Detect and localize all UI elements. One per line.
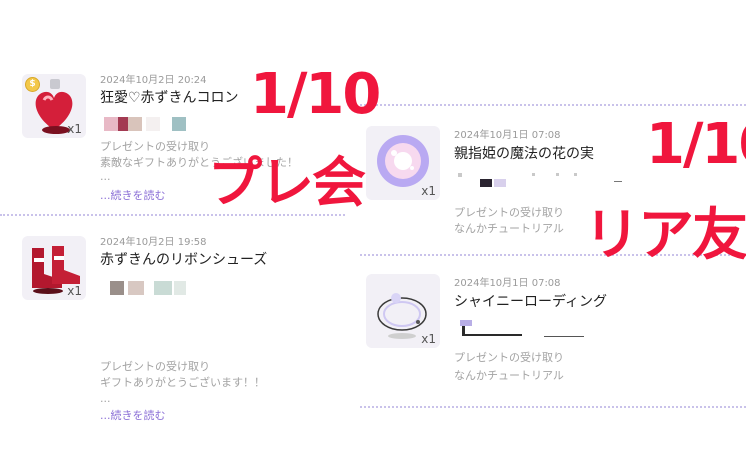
item-date: 2024年10月1日 07:08	[454, 130, 561, 141]
magic-flower-orb-icon: x1	[366, 126, 440, 200]
receipt-label: プレゼントの受け取り	[454, 351, 564, 364]
gift-message: ギフトありがとうございます！！	[100, 376, 265, 389]
receipt-label: プレゼントの受け取り	[454, 206, 564, 219]
receipt-label: プレゼントの受け取り	[100, 360, 210, 373]
redacted-username	[100, 116, 200, 131]
item-title: 赤ずきんのリボンシューズ	[100, 252, 268, 268]
read-more-link[interactable]: ...続きを読む	[100, 407, 166, 423]
handwritten-label-left: プレ会	[208, 151, 366, 214]
heart-bottle-icon: $ x1	[22, 74, 86, 138]
red-shoes-icon: x1	[22, 236, 86, 300]
quantity-label: x1	[67, 122, 82, 136]
coin-icon: $	[25, 77, 40, 92]
handwritten-label-right: リア友	[584, 203, 746, 268]
redacted-username	[454, 318, 594, 337]
gift-item[interactable]: x1 2024年10月1日 07:08 シャイニーローディング プレゼントの受け…	[360, 264, 746, 404]
item-date: 2024年10月2日 20:24	[100, 75, 207, 86]
read-more-link[interactable]: ...続きを読む	[100, 187, 166, 203]
message-ellipsis: ...	[100, 170, 111, 183]
redacted-username	[100, 280, 200, 295]
item-date: 2024年10月2日 19:58	[100, 237, 207, 248]
gift-message: なんかチュートリアル	[454, 369, 564, 382]
item-date: 2024年10月1日 07:08	[454, 278, 561, 289]
item-divider	[360, 104, 746, 106]
quantity-label: x1	[421, 332, 436, 346]
handwritten-date-right: 1/10	[646, 112, 746, 177]
item-title: 親指姫の魔法の花の実	[454, 146, 594, 162]
receipt-label: プレゼントの受け取り	[100, 140, 210, 153]
message-ellipsis: ...	[100, 392, 111, 405]
item-title: シャイニーローディング	[454, 294, 608, 310]
quantity-label: x1	[421, 184, 436, 198]
gift-item[interactable]: x1 2024年10月2日 19:58 赤ずきんのリボンシューズ プレゼントの受…	[0, 226, 345, 422]
quantity-label: x1	[67, 284, 82, 298]
item-title: 狂愛♡赤ずきんコロン	[100, 90, 239, 106]
redacted-username	[454, 172, 624, 187]
handwritten-date-left: 1/10	[250, 62, 381, 127]
item-divider	[360, 406, 746, 408]
shiny-loading-ring-icon: x1	[366, 274, 440, 348]
gift-message: なんかチュートリアル	[454, 222, 564, 235]
